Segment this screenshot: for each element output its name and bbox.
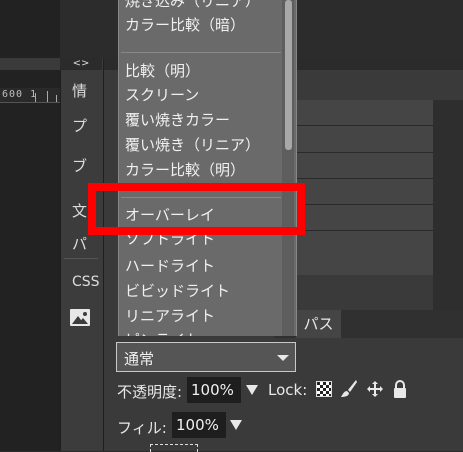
panel-tab-brush[interactable]: ブ bbox=[60, 155, 102, 176]
ruler-tick bbox=[56, 95, 57, 102]
panel-scroll-area bbox=[433, 100, 463, 310]
blend-option-color-dodge[interactable]: 覆い焼きカラー bbox=[125, 111, 230, 129]
blend-option-linear-dodge[interactable]: 覆い焼き（リニア） bbox=[125, 136, 260, 154]
dropdown-scrollbar-thumb[interactable] bbox=[285, 0, 292, 150]
canvas-tab-bar bbox=[0, 58, 60, 70]
chevron-down-icon bbox=[277, 355, 289, 361]
dropdown-separator bbox=[121, 52, 281, 53]
panel-tab-info[interactable]: 情 bbox=[60, 80, 102, 101]
blend-option-screen[interactable]: スクリーン bbox=[125, 86, 199, 104]
panel-tab-paragraph[interactable]: パ bbox=[60, 233, 102, 254]
opacity-input[interactable]: 100% bbox=[187, 377, 241, 403]
fill-input[interactable]: 100% bbox=[172, 412, 226, 438]
blend-option-pin-light[interactable]: ピンライト bbox=[125, 331, 200, 336]
opacity-label: 不透明度: bbox=[117, 383, 183, 401]
lock-move-icon[interactable] bbox=[366, 380, 384, 398]
highlight-box bbox=[88, 183, 305, 235]
blend-option-linear-burn[interactable]: 焼き込み（リニア） bbox=[125, 0, 260, 10]
fill-dropdown-icon[interactable] bbox=[230, 420, 242, 430]
blend-option-darker-color[interactable]: カラー比較（暗） bbox=[125, 16, 245, 34]
ruler-tick bbox=[47, 91, 48, 102]
ruler-tick bbox=[35, 93, 36, 102]
fill-label: フィル: bbox=[117, 419, 167, 437]
opacity-dropdown-icon[interactable] bbox=[246, 385, 258, 395]
image-icon[interactable] bbox=[70, 309, 90, 326]
lock-transparency-icon[interactable] bbox=[316, 381, 332, 397]
blend-option-hard-light[interactable]: ハードライト bbox=[125, 257, 215, 275]
panel-strip-divider bbox=[64, 258, 98, 259]
blend-option-vivid-light[interactable]: ビビッドライト bbox=[125, 282, 230, 300]
blend-option-lighten[interactable]: 比較（明） bbox=[125, 62, 200, 80]
blend-mode-value: 通常 bbox=[124, 350, 155, 368]
tab-paths[interactable]: パス bbox=[296, 310, 341, 338]
panel-tab-css[interactable]: CSS bbox=[60, 274, 102, 290]
blend-option-linear-light[interactable]: リニアライト bbox=[125, 307, 215, 325]
blend-option-lighter-color[interactable]: カラー比較（明） bbox=[125, 161, 245, 179]
lock-label: Lock: bbox=[268, 381, 308, 399]
ruler-label: 600 1 bbox=[2, 89, 38, 100]
panel-tab-properties[interactable]: プ bbox=[60, 115, 102, 136]
lock-all-icon[interactable] bbox=[392, 380, 408, 399]
lock-paint-brush-icon[interactable] bbox=[340, 379, 358, 399]
expand-collapse-toggle[interactable]: <> bbox=[60, 57, 102, 70]
